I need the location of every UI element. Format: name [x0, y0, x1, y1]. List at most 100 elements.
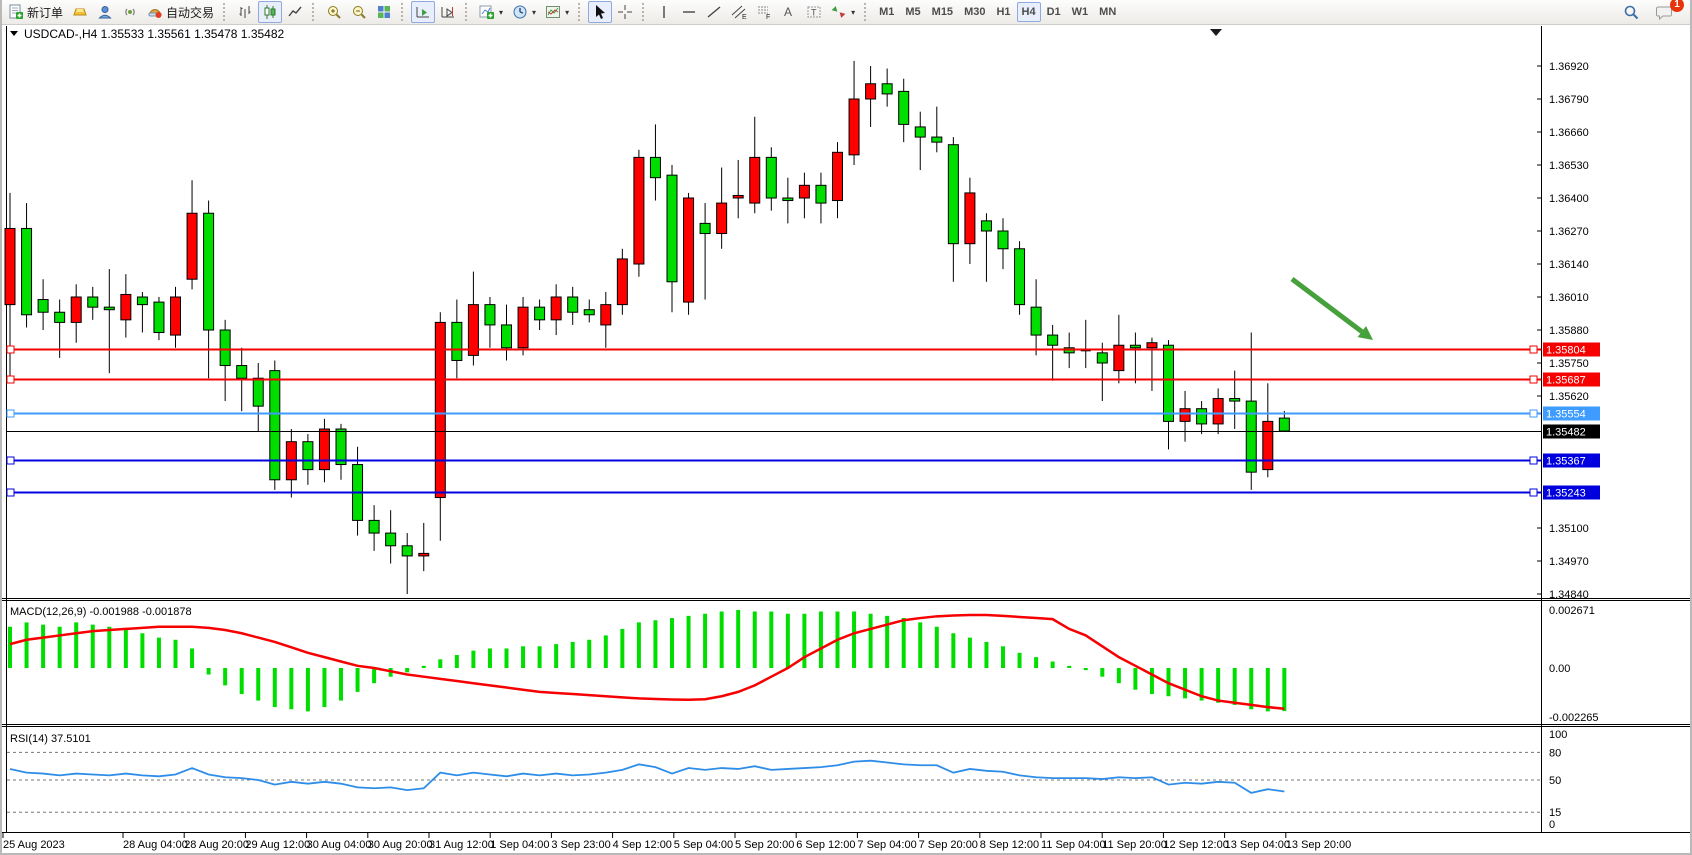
notifications-button[interactable]: 1 [1652, 1, 1678, 23]
timeframe-m5[interactable]: M5 [900, 2, 925, 22]
crosshair-button[interactable] [613, 1, 637, 23]
auto-scroll-button[interactable] [411, 1, 435, 23]
svg-text:7 Sep 04:00: 7 Sep 04:00 [857, 839, 916, 851]
svg-text:F: F [766, 14, 770, 20]
svg-text:11 Sep 04:00: 11 Sep 04:00 [1041, 839, 1106, 851]
search-icon [1623, 4, 1640, 21]
line-handle[interactable] [7, 346, 14, 353]
svg-text:E: E [742, 14, 747, 20]
signal-icon [122, 4, 138, 20]
svg-text:1.35554: 1.35554 [1546, 409, 1586, 421]
line-handle[interactable] [1530, 489, 1537, 496]
indicators-button[interactable]: ▾ [475, 1, 507, 23]
line-handle[interactable] [7, 410, 14, 417]
timeframe-m30[interactable]: M30 [959, 2, 990, 22]
svg-text:A: A [784, 5, 792, 19]
timeframe-d1[interactable]: D1 [1042, 2, 1066, 22]
svg-text:1.35367: 1.35367 [1546, 456, 1586, 468]
new-order-icon [8, 4, 24, 20]
trendline-button[interactable] [702, 1, 726, 23]
zoom-out-button[interactable] [347, 1, 371, 23]
fibonacci-icon: F [756, 4, 772, 20]
bar-chart-icon [237, 4, 253, 20]
tile-windows-icon [376, 4, 392, 20]
vertical-line-icon [656, 4, 672, 20]
svg-text:6 Sep 12:00: 6 Sep 12:00 [796, 839, 855, 851]
crosshair-icon [617, 4, 633, 20]
svg-text:8 Sep 12:00: 8 Sep 12:00 [980, 839, 1039, 851]
toolbar-separator [401, 3, 407, 21]
tile-windows-button[interactable] [372, 1, 396, 23]
svg-text:1.36010: 1.36010 [1549, 292, 1589, 304]
bar-chart-button[interactable] [233, 1, 257, 23]
svg-text:1.34840: 1.34840 [1549, 589, 1589, 601]
auto-scroll-icon [415, 4, 431, 20]
profile-button[interactable] [93, 1, 117, 23]
gold-button[interactable] [68, 1, 92, 23]
arrows-button[interactable]: ▾ [827, 1, 859, 23]
text-label-button[interactable]: T [802, 1, 826, 23]
svg-text:1.36400: 1.36400 [1549, 193, 1589, 205]
svg-text:1.35804: 1.35804 [1546, 345, 1586, 357]
zoom-in-button[interactable] [322, 1, 346, 23]
svg-text:5 Sep 20:00: 5 Sep 20:00 [735, 839, 794, 851]
text-button[interactable]: A [777, 1, 801, 23]
timeframe-m15[interactable]: M15 [927, 2, 958, 22]
equidistant-channel-button[interactable]: E [727, 1, 751, 23]
svg-text:50: 50 [1549, 775, 1561, 787]
equidistant-channel-icon: E [731, 4, 747, 20]
arrows-caret-icon: ▾ [851, 8, 855, 17]
new-order-button[interactable]: 新订单 [4, 1, 67, 23]
horizontal-line-button[interactable] [677, 1, 701, 23]
text-icon: A [781, 4, 797, 20]
svg-text:1.36270: 1.36270 [1549, 226, 1589, 238]
svg-text:7 Sep 20:00: 7 Sep 20:00 [919, 839, 978, 851]
vertical-line-button[interactable] [652, 1, 676, 23]
svg-text:1.36140: 1.36140 [1549, 259, 1589, 271]
svg-text:1.36660: 1.36660 [1549, 127, 1589, 139]
auto-trading-button[interactable]: 自动交易 [143, 1, 218, 23]
line-chart-button[interactable] [283, 1, 307, 23]
line-handle[interactable] [1530, 346, 1537, 353]
arrows-icon [831, 4, 847, 20]
timeframe-mn[interactable]: MN [1094, 2, 1121, 22]
svg-text:3 Sep 23:00: 3 Sep 23:00 [551, 839, 610, 851]
trendline-icon [706, 4, 722, 20]
timeframe-w1[interactable]: W1 [1067, 2, 1094, 22]
line-handle[interactable] [1530, 457, 1537, 464]
line-handle[interactable] [7, 457, 14, 464]
zoom-out-icon [351, 4, 367, 20]
signal-button[interactable] [118, 1, 142, 23]
svg-text:1.35750: 1.35750 [1549, 358, 1589, 370]
line-handle[interactable] [7, 376, 14, 383]
chart-shift-button[interactable] [436, 1, 460, 23]
cursor-button[interactable] [588, 1, 612, 23]
line-handle[interactable] [7, 489, 14, 496]
templates-icon [545, 4, 561, 20]
indicators-icon [479, 4, 495, 20]
svg-text:1.36920: 1.36920 [1549, 61, 1589, 73]
timeframe-m1[interactable]: M1 [874, 2, 899, 22]
candlestick-chart-button[interactable] [258, 1, 282, 23]
line-handle[interactable] [1530, 410, 1537, 417]
svg-text:15: 15 [1549, 807, 1561, 819]
timeframe-h4[interactable]: H4 [1017, 2, 1041, 22]
search-button[interactable] [1619, 1, 1644, 23]
toolbar-separator [223, 3, 229, 21]
macd-label: MACD(12,26,9) -0.001988 -0.001878 [10, 606, 192, 618]
chart-area[interactable]: 1.358041.356871.355541.354821.353671.352… [0, 25, 1692, 855]
fibonacci-button[interactable]: F [752, 1, 776, 23]
svg-text:11 Sep 20:00: 11 Sep 20:00 [1102, 839, 1167, 851]
profile-icon [97, 4, 113, 20]
zoom-in-icon [326, 4, 342, 20]
rsi-label: RSI(14) 37.5101 [10, 733, 91, 745]
line-handle[interactable] [1530, 376, 1537, 383]
svg-text:0.00: 0.00 [1549, 663, 1570, 675]
svg-text:100: 100 [1549, 729, 1567, 741]
svg-text:1.34970: 1.34970 [1549, 556, 1589, 568]
periods-button[interactable]: ▾ [508, 1, 540, 23]
svg-text:0.002671: 0.002671 [1549, 605, 1595, 617]
svg-text:28 Aug 04:00: 28 Aug 04:00 [123, 839, 188, 851]
timeframe-h1[interactable]: H1 [991, 2, 1015, 22]
templates-button[interactable]: ▾ [541, 1, 573, 23]
